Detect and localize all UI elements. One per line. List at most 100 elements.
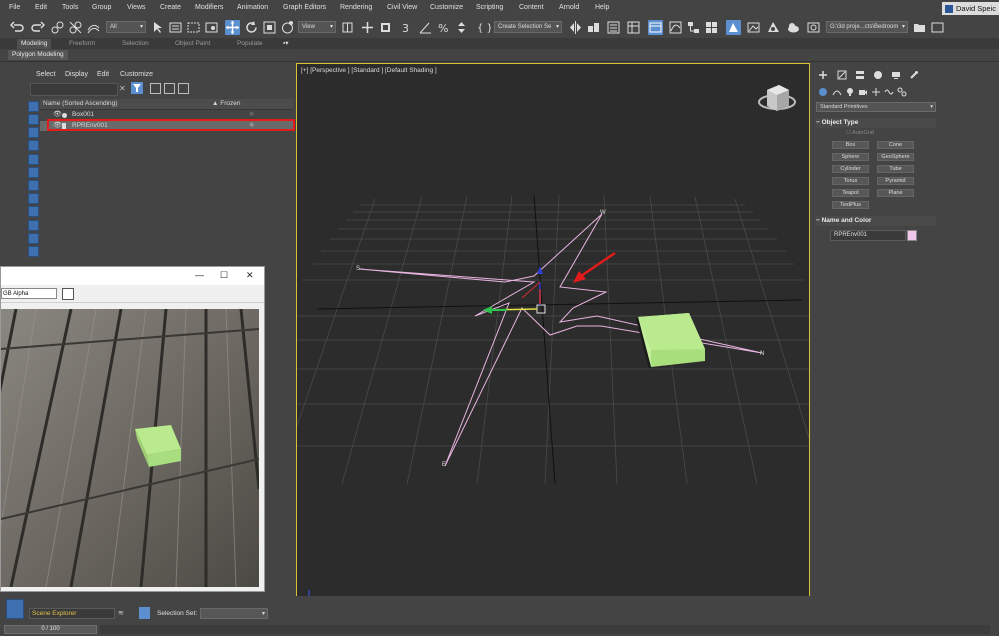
- menu-scripting[interactable]: Scripting: [476, 4, 503, 11]
- box001-object[interactable]: [636, 313, 705, 369]
- select-manipulate-icon[interactable]: [360, 20, 375, 35]
- explorer-menu-select[interactable]: Select: [36, 71, 55, 78]
- display-hidden-icon[interactable]: [28, 246, 39, 257]
- object-type-rollout[interactable]: − Object Type: [816, 118, 936, 128]
- workspace-icon[interactable]: [930, 20, 945, 35]
- selection-filter-dropdown[interactable]: All ▾: [106, 21, 146, 33]
- modify-tab-icon[interactable]: [837, 70, 847, 80]
- systems-category-icon[interactable]: [897, 87, 907, 97]
- autogrid-checkbox[interactable]: ☐ AutoGrid: [846, 130, 874, 136]
- move-gizmo[interactable]: [483, 266, 546, 314]
- menu-rendering[interactable]: Rendering: [340, 4, 372, 11]
- hierarchy-tab-icon[interactable]: [855, 70, 865, 80]
- edit-named-selection-icon[interactable]: { }: [476, 20, 491, 35]
- tab-modeling[interactable]: Modeling: [17, 39, 52, 49]
- display-tab-icon[interactable]: [891, 70, 901, 80]
- filter-icon[interactable]: [131, 82, 143, 94]
- torus-button[interactable]: Torus: [832, 177, 869, 185]
- explorer-menu-customize[interactable]: Customize: [120, 71, 153, 78]
- display-groups-icon[interactable]: [28, 180, 39, 191]
- bind-space-warp-icon[interactable]: [86, 20, 101, 35]
- color-swatch[interactable]: [62, 288, 74, 300]
- link-icon[interactable]: [50, 20, 65, 35]
- explorer-menu-edit[interactable]: Edit: [97, 71, 109, 78]
- menu-arnold[interactable]: Arnold: [559, 4, 579, 11]
- tab-freeform[interactable]: Freeform: [69, 39, 95, 49]
- display-frozen-icon[interactable]: [28, 233, 39, 244]
- clear-search-icon[interactable]: ✕: [119, 84, 126, 93]
- rendered-frame-window-icon[interactable]: [746, 20, 761, 35]
- cylinder-button[interactable]: Cylinder: [832, 165, 869, 173]
- geometry-category-icon[interactable]: [818, 87, 828, 97]
- name-and-color-rollout[interactable]: − Name and Color: [816, 216, 936, 226]
- viewport-layout-icon[interactable]: [6, 599, 24, 619]
- layer-mode-icon[interactable]: [178, 83, 189, 94]
- scene-explorer-toggle-icon[interactable]: [139, 607, 150, 619]
- utilities-tab-icon[interactable]: [909, 70, 919, 80]
- ribbon-options-icon[interactable]: ▪▾: [283, 39, 289, 49]
- sphere-button[interactable]: Sphere: [832, 153, 869, 161]
- display-geometry-icon[interactable]: [28, 101, 39, 112]
- viewcube-icon[interactable]: [758, 85, 796, 111]
- render-setup-icon[interactable]: [726, 20, 741, 35]
- rectangular-selection-icon[interactable]: [186, 20, 201, 35]
- pyramid-button[interactable]: Pyramid: [877, 177, 914, 185]
- undo-icon[interactable]: [10, 20, 25, 35]
- reference-coordinate-dropdown[interactable]: View ▾: [298, 21, 336, 33]
- window-crossing-icon[interactable]: [204, 20, 219, 35]
- column-name[interactable]: Name (Sorted Ascending): [43, 100, 117, 107]
- maximize-button[interactable]: ☐: [220, 270, 228, 281]
- layers-icon[interactable]: ≋: [118, 609, 124, 617]
- menu-graph-editors[interactable]: Graph Editors: [283, 4, 326, 11]
- object-category-dropdown[interactable]: Standard Primitives ▾: [816, 102, 936, 112]
- schematic-view-icon[interactable]: [686, 20, 701, 35]
- tube-button[interactable]: Tube: [877, 165, 914, 173]
- timeline-track[interactable]: [100, 625, 990, 634]
- close-button[interactable]: ✕: [246, 270, 254, 281]
- minimize-button[interactable]: —: [195, 270, 204, 280]
- lock-icon[interactable]: [150, 83, 161, 94]
- helpers-category-icon[interactable]: [871, 87, 881, 97]
- tab-selection[interactable]: Selection: [122, 39, 149, 49]
- time-slider[interactable]: 0 / 100: [4, 625, 97, 634]
- scale-icon[interactable]: [262, 20, 277, 35]
- space-warps-category-icon[interactable]: [884, 87, 894, 97]
- menu-edit[interactable]: Edit: [35, 4, 47, 11]
- shapes-category-icon[interactable]: [832, 87, 842, 97]
- textplus-button[interactable]: TextPlus: [832, 201, 869, 209]
- display-cameras-icon[interactable]: [28, 140, 39, 151]
- a360-gallery-icon[interactable]: [806, 20, 821, 35]
- rotate-icon[interactable]: [244, 20, 259, 35]
- align-icon[interactable]: [586, 20, 601, 35]
- menu-help[interactable]: Help: [595, 4, 609, 11]
- perspective-viewport[interactable]: [+] [Perspective ] [Standard ] [Default …: [296, 63, 810, 611]
- explorer-menu-display[interactable]: Display: [65, 71, 88, 78]
- snaps-toggle-icon[interactable]: 3: [400, 20, 415, 35]
- menu-file[interactable]: File: [9, 4, 20, 11]
- channel-dropdown[interactable]: GB Alpha: [1, 288, 57, 299]
- display-xrefs-icon[interactable]: [28, 193, 39, 204]
- object-name-input[interactable]: RPREnv001: [830, 230, 906, 241]
- menu-modifiers[interactable]: Modifiers: [195, 4, 223, 11]
- menu-views[interactable]: Views: [127, 4, 146, 11]
- render-production-icon[interactable]: [766, 20, 781, 35]
- display-bones-icon[interactable]: [28, 206, 39, 217]
- menu-animation[interactable]: Animation: [237, 4, 268, 11]
- angle-snap-icon[interactable]: [418, 20, 433, 35]
- project-folder-dropdown[interactable]: G:\3d proje...cts\Bedroom ▾: [826, 21, 908, 33]
- lights-category-icon[interactable]: [845, 87, 855, 97]
- select-object-icon[interactable]: [150, 20, 165, 35]
- render-in-cloud-icon[interactable]: [786, 20, 801, 35]
- place-icon[interactable]: [280, 20, 295, 35]
- scene-explorer-selector[interactable]: Scene Explorer: [29, 608, 115, 619]
- column-frozen[interactable]: ▲ Frozen: [212, 100, 240, 107]
- hierarchy-icon[interactable]: [164, 83, 175, 94]
- box-button[interactable]: Box: [832, 141, 869, 149]
- project-folder-icon[interactable]: [912, 20, 927, 35]
- plane-button[interactable]: Plane: [877, 189, 914, 197]
- percent-snap-icon[interactable]: %: [436, 20, 451, 35]
- cameras-category-icon[interactable]: [858, 87, 868, 97]
- menu-create[interactable]: Create: [160, 4, 181, 11]
- selection-set-dropdown[interactable]: ▾: [200, 608, 268, 619]
- menu-customize[interactable]: Customize: [430, 4, 463, 11]
